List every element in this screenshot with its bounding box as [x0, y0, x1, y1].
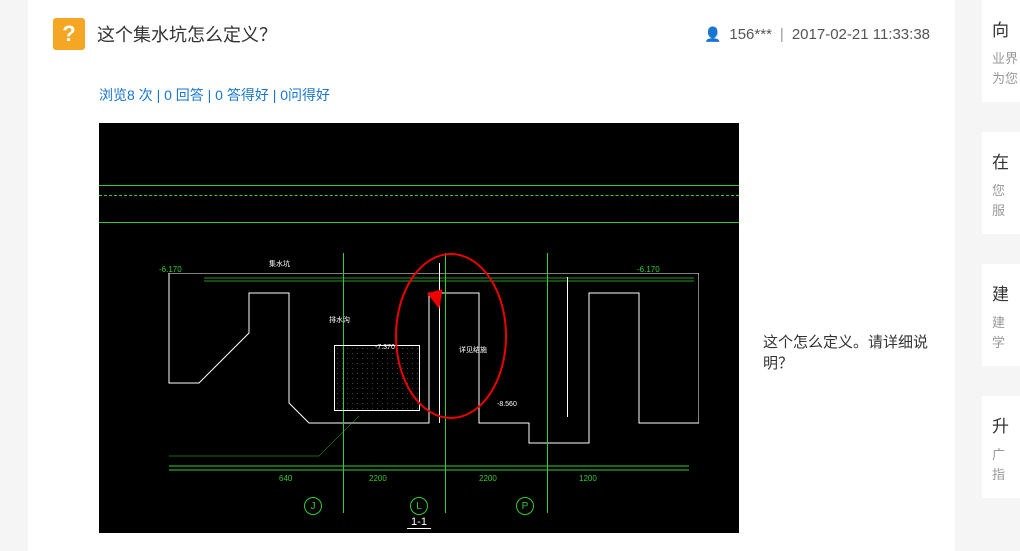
timestamp: 2017-02-21 11:33:38: [792, 26, 930, 43]
grid-label-p: P: [516, 497, 534, 515]
sidebar-card-desc: 指: [992, 465, 1010, 485]
sidebar-card-title: 升: [992, 412, 1010, 437]
grid-label-j: J: [304, 497, 322, 515]
sidebar-card-desc: 为您: [992, 69, 1010, 89]
dim-label: 2200: [479, 474, 497, 483]
sidebar: 向 业界 为您 在 您 服 建 建 学 升 广 指: [982, 0, 1020, 528]
sidebar-card-title: 在: [992, 148, 1010, 173]
grid-line: [547, 253, 548, 513]
elev-label: -6.170: [159, 265, 182, 274]
sidebar-card-desc: 建: [992, 313, 1010, 333]
user-label: 156***: [729, 26, 772, 43]
dim-label: 1200: [579, 474, 597, 483]
question-body-text: 这个怎么定义。请详细说明？: [763, 331, 930, 373]
question-content: -6.170 -6.170 集水坑 排水沟 详见结施 -7.370 -8.560…: [53, 123, 930, 533]
white-line: [567, 277, 568, 417]
cad-text: 排水沟: [329, 315, 350, 325]
sidebar-card[interactable]: 在 您 服: [982, 132, 1020, 234]
dim-label: 640: [279, 474, 292, 483]
sidebar-card-desc: 业界: [992, 49, 1010, 69]
divider: |: [780, 26, 784, 43]
sidebar-card-desc: 您: [992, 181, 1010, 201]
question-stats[interactable]: 浏览8 次 | 0 回答 | 0 答得好 | 0问得好: [53, 85, 930, 105]
sidebar-card[interactable]: 建 建 学: [982, 264, 1020, 366]
cad-centerline: [99, 195, 739, 196]
sidebar-card-desc: 服: [992, 201, 1010, 221]
cad-text: 集水坑: [269, 259, 290, 269]
header-left: ? 这个集水坑怎么定义？: [53, 18, 277, 50]
sidebar-card-title: 建: [992, 280, 1010, 305]
dim-label: 2200: [369, 474, 387, 483]
question-card: ? 这个集水坑怎么定义？ 👤 156*** | 2017-02-21 11:33…: [28, 0, 955, 551]
grid-labels: J L P: [99, 497, 739, 515]
sidebar-card-desc: 学: [992, 333, 1010, 353]
user-icon: 👤: [704, 26, 721, 43]
question-header: ? 这个集水坑怎么定义？ 👤 156*** | 2017-02-21 11:33…: [53, 18, 930, 50]
cad-text: -8.560: [497, 401, 517, 408]
sidebar-card[interactable]: 升 广 指: [982, 396, 1020, 498]
elev-label: -6.170: [637, 265, 660, 274]
sidebar-card-title: 向: [992, 16, 1010, 41]
cad-text: 详见结施: [459, 345, 487, 355]
section-label: 1-1: [407, 516, 431, 529]
header-right: 👤 156*** | 2017-02-21 11:33:38: [704, 26, 930, 43]
sidebar-card[interactable]: 向 业界 为您: [982, 0, 1020, 102]
grid-label-l: L: [410, 497, 428, 515]
cad-drawing[interactable]: -6.170 -6.170 集水坑 排水沟 详见结施 -7.370 -8.560…: [99, 123, 739, 533]
annotation-circle: [395, 253, 507, 419]
question-title: 这个集水坑怎么定义？: [97, 21, 277, 47]
cad-text: -7.370: [375, 344, 395, 351]
cad-slab-line: [99, 185, 739, 223]
sidebar-card-desc: 广: [992, 445, 1010, 465]
question-mark-icon: ?: [53, 18, 85, 50]
